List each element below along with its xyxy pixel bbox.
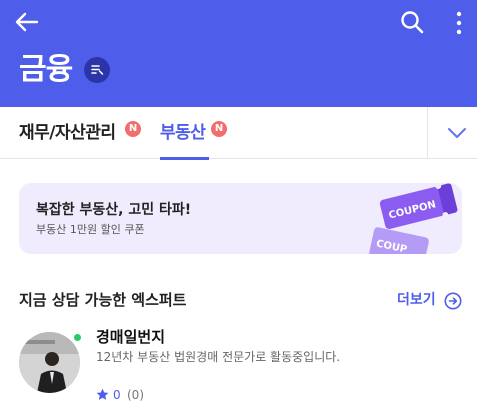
new-badge: N [211,121,227,137]
review-count: (0) [127,388,144,402]
tab-real-estate[interactable]: 부동산 N [160,107,232,160]
tab-label: 부동산 [160,123,206,143]
banner-subtitle: 부동산 1만원 할인 쿠폰 [36,223,145,236]
active-tab-indicator [160,157,209,160]
category-list-button[interactable] [84,57,110,83]
search-button[interactable] [400,10,424,34]
list-icon [91,65,104,75]
expert-card[interactable]: 경매일번지 12년차 부동산 법원경매 전문가로 활동중입니다. 0 (0) [19,326,459,406]
category-tabbar: 재무/자산관리 N 부동산 N [0,107,477,160]
coupon-banner[interactable]: 복잡한 부동산, 고민 타파! 부동산 1만원 할인 쿠폰 COUPON COU… [19,183,462,254]
rating-value: 0 [113,388,121,402]
expert-description: 12년차 부동산 법원경매 전문가로 활동중입니다. [96,350,341,364]
expert-name: 경매일번지 [96,328,166,346]
online-status-indicator [73,333,82,342]
star-icon [96,388,109,400]
more-vertical-icon [456,11,462,35]
search-icon [401,11,424,34]
more-menu-button[interactable] [449,10,469,36]
arrow-right-circle-icon [444,292,462,310]
chevron-down-icon [448,128,466,138]
back-button[interactable] [14,11,40,33]
app-header: 금융 [0,0,477,107]
see-more-label: 더보기 [397,292,436,308]
new-badge: N [125,121,141,137]
arrow-left-icon [15,12,39,32]
tab-wealth-management[interactable]: 재무/자산관리 N [19,107,141,159]
tab-label: 재무/자산관리 [19,123,116,143]
avatar [19,332,80,393]
coupon-illustration: COUPON COUP [344,183,462,254]
banner-title: 복잡한 부동산, 고민 타파! [36,202,192,218]
section-title: 지금 상담 가능한 엑스퍼트 [19,291,187,309]
tab-expand-button[interactable] [428,107,477,158]
page-title: 금융 [19,52,73,87]
